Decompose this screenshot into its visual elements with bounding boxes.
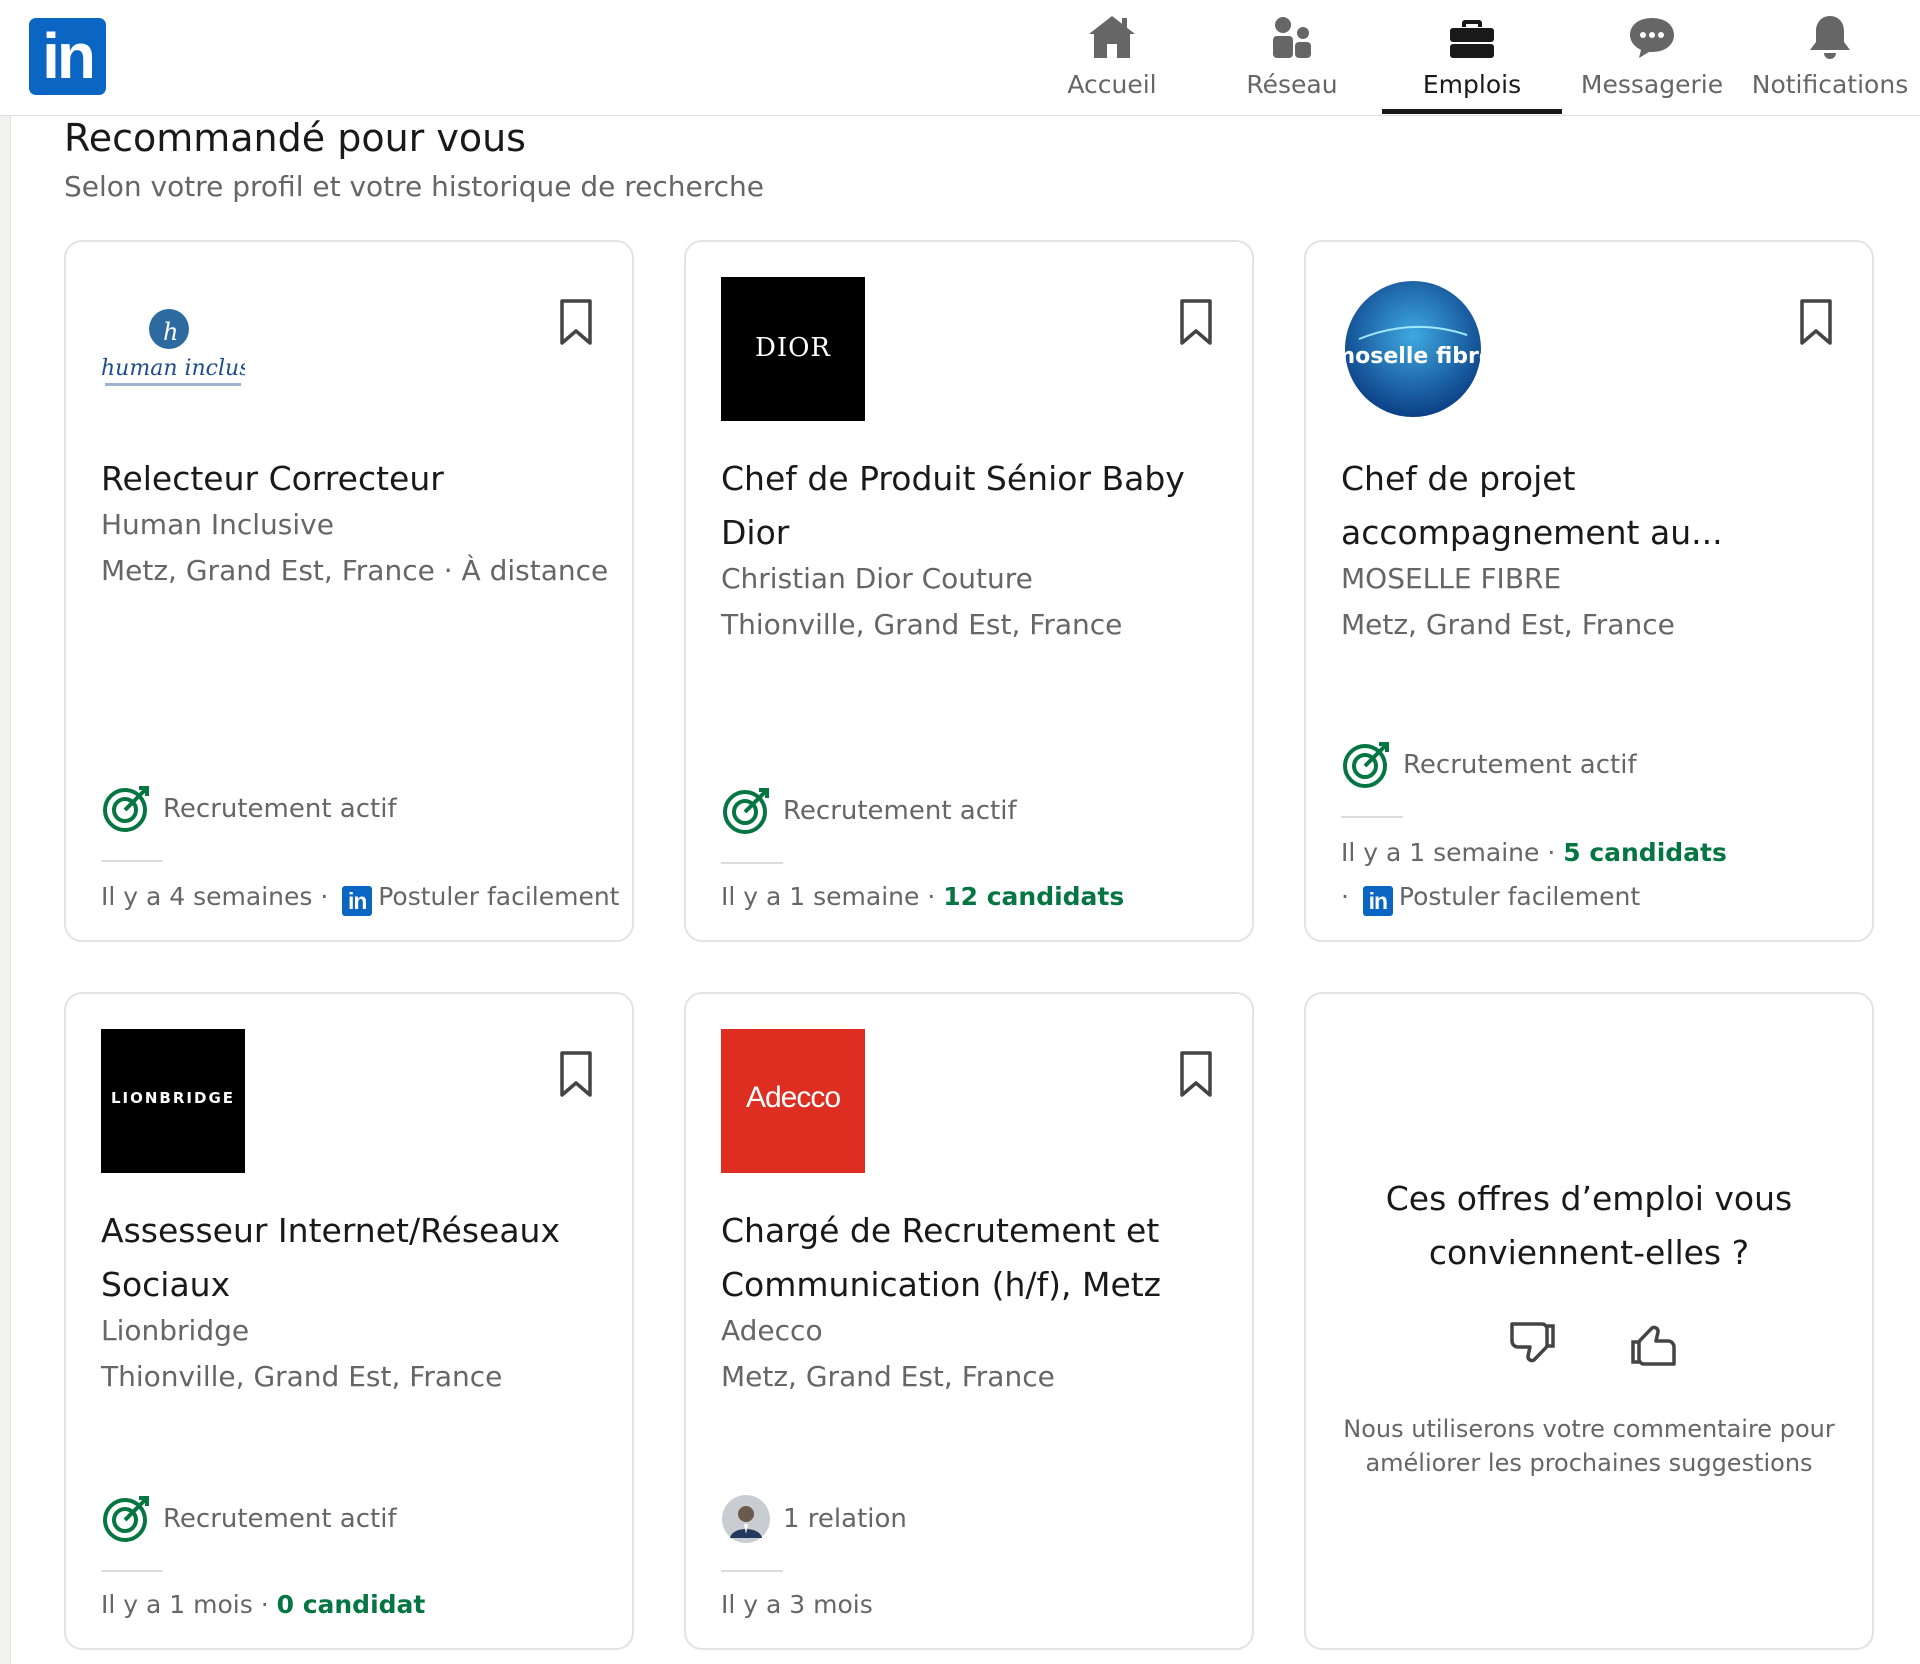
feedback-card: Ces offres d’emploi vous conviennent-ell… [1304, 992, 1874, 1650]
connection-avatar [722, 1495, 770, 1543]
posted-time: Il y a 1 semaine · [1341, 838, 1564, 867]
posted-time: Il y a 3 mois [721, 1590, 873, 1619]
section-title: Recommandé pour vous [64, 116, 526, 160]
top-navigation-bar: in Accueil Réseau Emplois Messagerie Not… [0, 0, 1920, 116]
company-name: Lionbridge [101, 1314, 250, 1347]
company-name: Christian Dior Couture [721, 562, 1033, 595]
bookmark-icon[interactable] [558, 1050, 594, 1098]
target-icon [103, 786, 149, 832]
nav-label: Notifications [1751, 70, 1909, 99]
nav-item-messaging[interactable]: Messagerie [1562, 0, 1742, 116]
easy-apply-label: Postuler facilement [1398, 882, 1641, 911]
job-footer: Il y a 3 mois [721, 1590, 873, 1619]
bookmark-icon[interactable] [1178, 298, 1214, 346]
insight-text: Recrutement actif [163, 1504, 397, 1534]
moselle-fibre-logo-icon: moselle fibre [1332, 281, 1494, 417]
separator: · [1341, 882, 1357, 911]
insight-text: Recrutement actif [783, 796, 1017, 826]
nav-item-notifications[interactable]: Notifications [1740, 0, 1920, 116]
job-location: Metz, Grand Est, France · À distance [101, 554, 609, 587]
job-footer: Il y a 1 semaine · 5 candidats [1341, 838, 1727, 867]
job-card[interactable]: h human inclusive Relecteur Correcteur H… [64, 240, 634, 942]
easy-apply-label: Postuler facilement [378, 882, 620, 911]
dior-logo-text: DIOR [754, 333, 831, 363]
posted-time: Il y a 4 semaines · [101, 882, 337, 911]
applicant-count: 0 candidat [276, 1590, 426, 1619]
network-icon [1273, 17, 1311, 58]
job-card[interactable]: LIONBRIDGE Assesseur Internet/Réseaux So… [64, 992, 634, 1650]
divider [101, 1570, 163, 1572]
nav-label: Réseau [1246, 70, 1338, 99]
job-location: Metz, Grand Est, France [721, 1360, 1055, 1393]
insight-text: Recrutement actif [1403, 750, 1637, 780]
company-name: MOSELLE FIBRE [1341, 562, 1562, 595]
job-footer: Il y a 1 semaine · 12 candidats [721, 882, 1124, 911]
job-card[interactable]: DIOR Chef de Produit Sénior Baby Dior Ch… [684, 240, 1254, 942]
insight-text: Recrutement actif [163, 794, 397, 824]
bookmark-icon[interactable] [1798, 298, 1834, 346]
posted-time: Il y a 1 semaine · [721, 882, 944, 911]
nav-label: Emplois [1422, 70, 1522, 99]
applicant-count: 5 candidats [1563, 838, 1727, 867]
feedback-question: Ces offres d’emploi vous conviennent-ell… [1385, 1179, 1793, 1272]
section-subtitle: Selon votre profil et votre historique d… [64, 170, 764, 203]
divider [101, 860, 163, 862]
messaging-icon [1630, 18, 1674, 58]
adecco-logo-text: Adecco [745, 1081, 841, 1114]
nav-item-home[interactable]: Accueil [1022, 0, 1202, 116]
job-title[interactable]: Chargé de Recrutement et Communication (… [721, 1204, 1221, 1312]
company-logo-adecco[interactable]: Adecco [721, 1029, 865, 1173]
human-inclusive-logo-icon: h human inclusive [101, 309, 283, 386]
company-name: Human Inclusive [101, 508, 334, 541]
bell-icon [1810, 16, 1850, 59]
posted-time: Il y a 1 mois · [101, 1590, 277, 1619]
svg-text:h: h [163, 318, 178, 346]
target-icon [723, 788, 769, 834]
job-title[interactable]: Relecteur Correcteur [101, 452, 601, 506]
left-edge [0, 116, 11, 1664]
job-title[interactable]: Assesseur Internet/Réseaux Sociaux [101, 1204, 601, 1312]
company-logo-lionbridge[interactable]: LIONBRIDGE [101, 1029, 245, 1173]
lionbridge-logo-text: LIONBRIDGE [110, 1089, 236, 1107]
svg-text:moselle fibre: moselle fibre [1341, 344, 1485, 369]
job-title[interactable]: Chef de projet accompagnement au... [1341, 452, 1841, 560]
nav-item-jobs[interactable]: Emplois [1382, 0, 1562, 116]
target-icon [1343, 742, 1389, 788]
insight-text: 1 relation [783, 1504, 907, 1534]
job-title[interactable]: Chef de Produit Sénior Baby Dior [721, 452, 1221, 560]
linkedin-mini-icon: in [1362, 886, 1393, 916]
bookmark-icon[interactable] [1178, 1050, 1214, 1098]
home-icon [1089, 16, 1135, 58]
company-name: Adecco [721, 1314, 823, 1347]
divider [1341, 816, 1403, 818]
jobs-icon [1450, 20, 1494, 58]
thumbs-down-icon[interactable] [1502, 1314, 1562, 1374]
job-footer: Il y a 4 semaines · in Postuler facilemen… [101, 882, 619, 916]
company-logo-moselle-fibre[interactable]: moselle fibre [1332, 277, 1494, 421]
bookmark-icon[interactable] [558, 298, 594, 346]
job-footer: Il y a 1 mois · 0 candidat [101, 1590, 425, 1619]
job-card[interactable]: moselle fibre Chef de projet accompagnem… [1304, 240, 1874, 942]
applicant-count: 12 candidats [943, 882, 1125, 911]
company-logo-dior[interactable]: DIOR [721, 277, 865, 421]
nav-label: Messagerie [1580, 70, 1724, 99]
nav-label: Accueil [1067, 70, 1157, 99]
linkedin-logo[interactable]: in [29, 18, 106, 95]
job-footer-easy-apply: · in Postuler facilement [1341, 882, 1640, 916]
job-location: Thionville, Grand Est, France [721, 608, 1123, 641]
thumbs-up-icon[interactable] [1624, 1314, 1684, 1374]
job-location: Thionville, Grand Est, France [101, 1360, 503, 1393]
company-logo-human-inclusive[interactable]: h human inclusive [101, 277, 283, 421]
job-card[interactable]: Adecco Chargé de Recrutement et Communic… [684, 992, 1254, 1650]
feedback-note: Nous utiliserons votre commentaire pour … [1343, 1415, 1835, 1477]
divider [721, 1570, 783, 1572]
target-icon [103, 1496, 149, 1542]
nav-item-network[interactable]: Réseau [1202, 0, 1382, 116]
divider [721, 862, 783, 864]
linkedin-mini-icon: in [342, 886, 373, 916]
job-location: Metz, Grand Est, France [1341, 608, 1675, 641]
svg-text:human inclusive: human inclusive [101, 356, 245, 381]
